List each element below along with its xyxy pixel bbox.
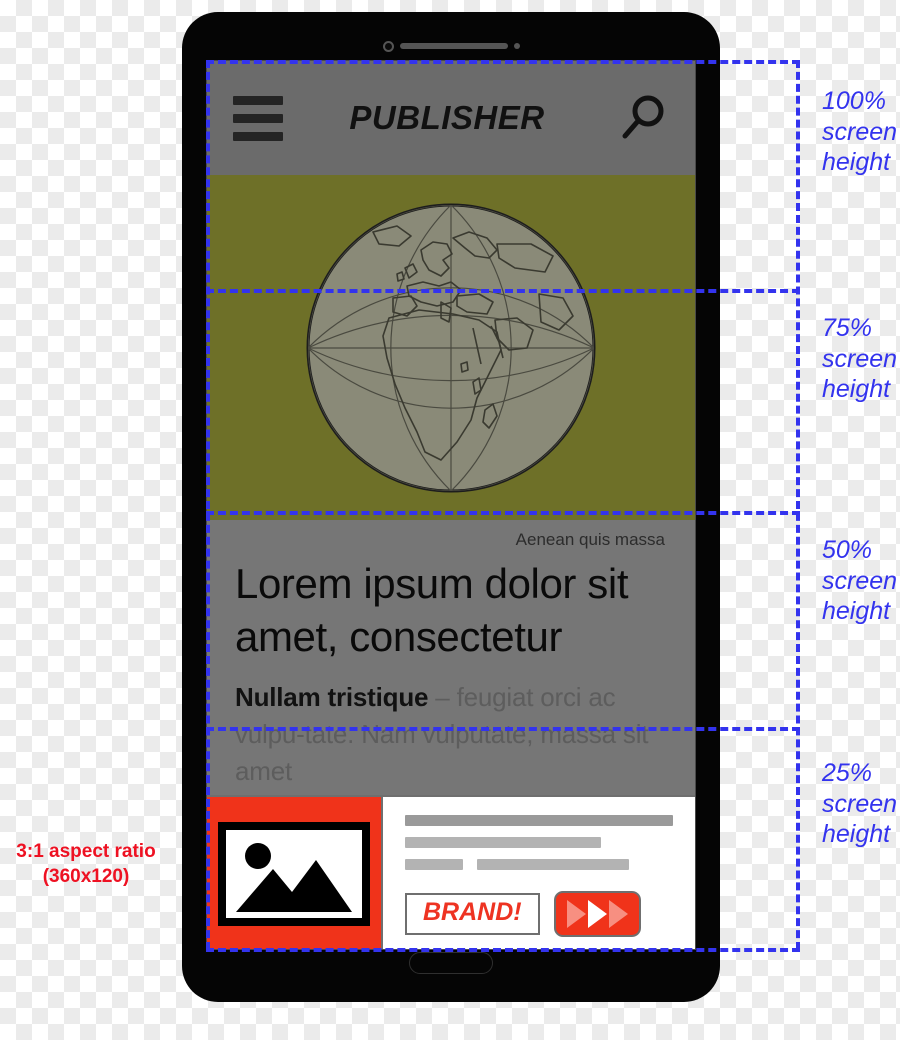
guide-label-100: 100% screen height	[822, 87, 898, 176]
play-arrow	[608, 900, 628, 928]
triple-play-arrow-icon[interactable]	[553, 891, 641, 937]
speaker-grille-icon	[399, 43, 508, 49]
ad-text-line-row	[405, 837, 673, 848]
hamburger-menu-icon[interactable]	[233, 95, 283, 141]
home-button[interactable]	[409, 952, 493, 974]
sensor-dot-icon	[513, 43, 520, 49]
guide-line-right	[796, 60, 800, 950]
article-deck-lead: Nullam tristique	[235, 682, 429, 712]
play-arrow	[566, 900, 586, 928]
article-section: Aenean quis massa Lorem ipsum dolor sit …	[207, 520, 695, 795]
article-deck: Nullam tristique – feugiat orci ac vulpu…	[235, 679, 667, 790]
ad-cta-row: BRAND!	[405, 891, 673, 937]
guide-label-25: 25% screen height	[822, 759, 898, 848]
hamburger-bar	[233, 113, 283, 123]
phone-screen: PUBLISHER Aenean quis massa Lorem ipsum …	[206, 60, 696, 950]
aspect-ratio-note-line1: 3:1 aspect ratio	[16, 841, 156, 862]
hamburger-bar	[233, 131, 283, 141]
phone-device-frame: PUBLISHER Aenean quis massa Lorem ipsum …	[182, 12, 720, 1002]
guide-label-75: 75% screen height	[822, 314, 898, 403]
guide-label-50: 50% screen height	[822, 536, 898, 625]
ad-text-bar	[405, 837, 601, 848]
ad-banner[interactable]: BRAND!	[207, 795, 695, 949]
ad-text-placeholder-lines	[405, 815, 673, 881]
app-bar: PUBLISHER	[207, 61, 695, 175]
ad-text-line-row	[405, 815, 673, 826]
play-arrow	[587, 900, 607, 928]
aspect-ratio-note: 3:1 aspect ratio (360x120)	[0, 840, 176, 889]
phone-top-sensors	[182, 38, 720, 54]
hamburger-bar	[233, 95, 283, 105]
ad-image-panel	[207, 797, 383, 949]
globe-illustration	[301, 198, 601, 498]
image-placeholder-icon	[218, 822, 370, 926]
globe-icon	[306, 203, 596, 492]
search-icon[interactable]	[617, 92, 669, 144]
aspect-ratio-note-line2: (360x120)	[42, 865, 130, 887]
camera-icon	[382, 40, 394, 52]
ad-text-bar	[477, 859, 629, 870]
hero-image-section	[207, 175, 695, 520]
page-title: PUBLISHER	[349, 99, 545, 136]
article-headline: Lorem ipsum dolor sit amet, consectetur	[235, 560, 629, 660]
ad-text-bar	[405, 859, 463, 870]
brand-button[interactable]: BRAND!	[405, 893, 540, 935]
ad-text-line-row	[405, 859, 673, 870]
ad-body: BRAND!	[383, 797, 695, 949]
article-kicker: Aenean quis massa	[515, 530, 665, 549]
ad-text-bar	[405, 815, 673, 826]
